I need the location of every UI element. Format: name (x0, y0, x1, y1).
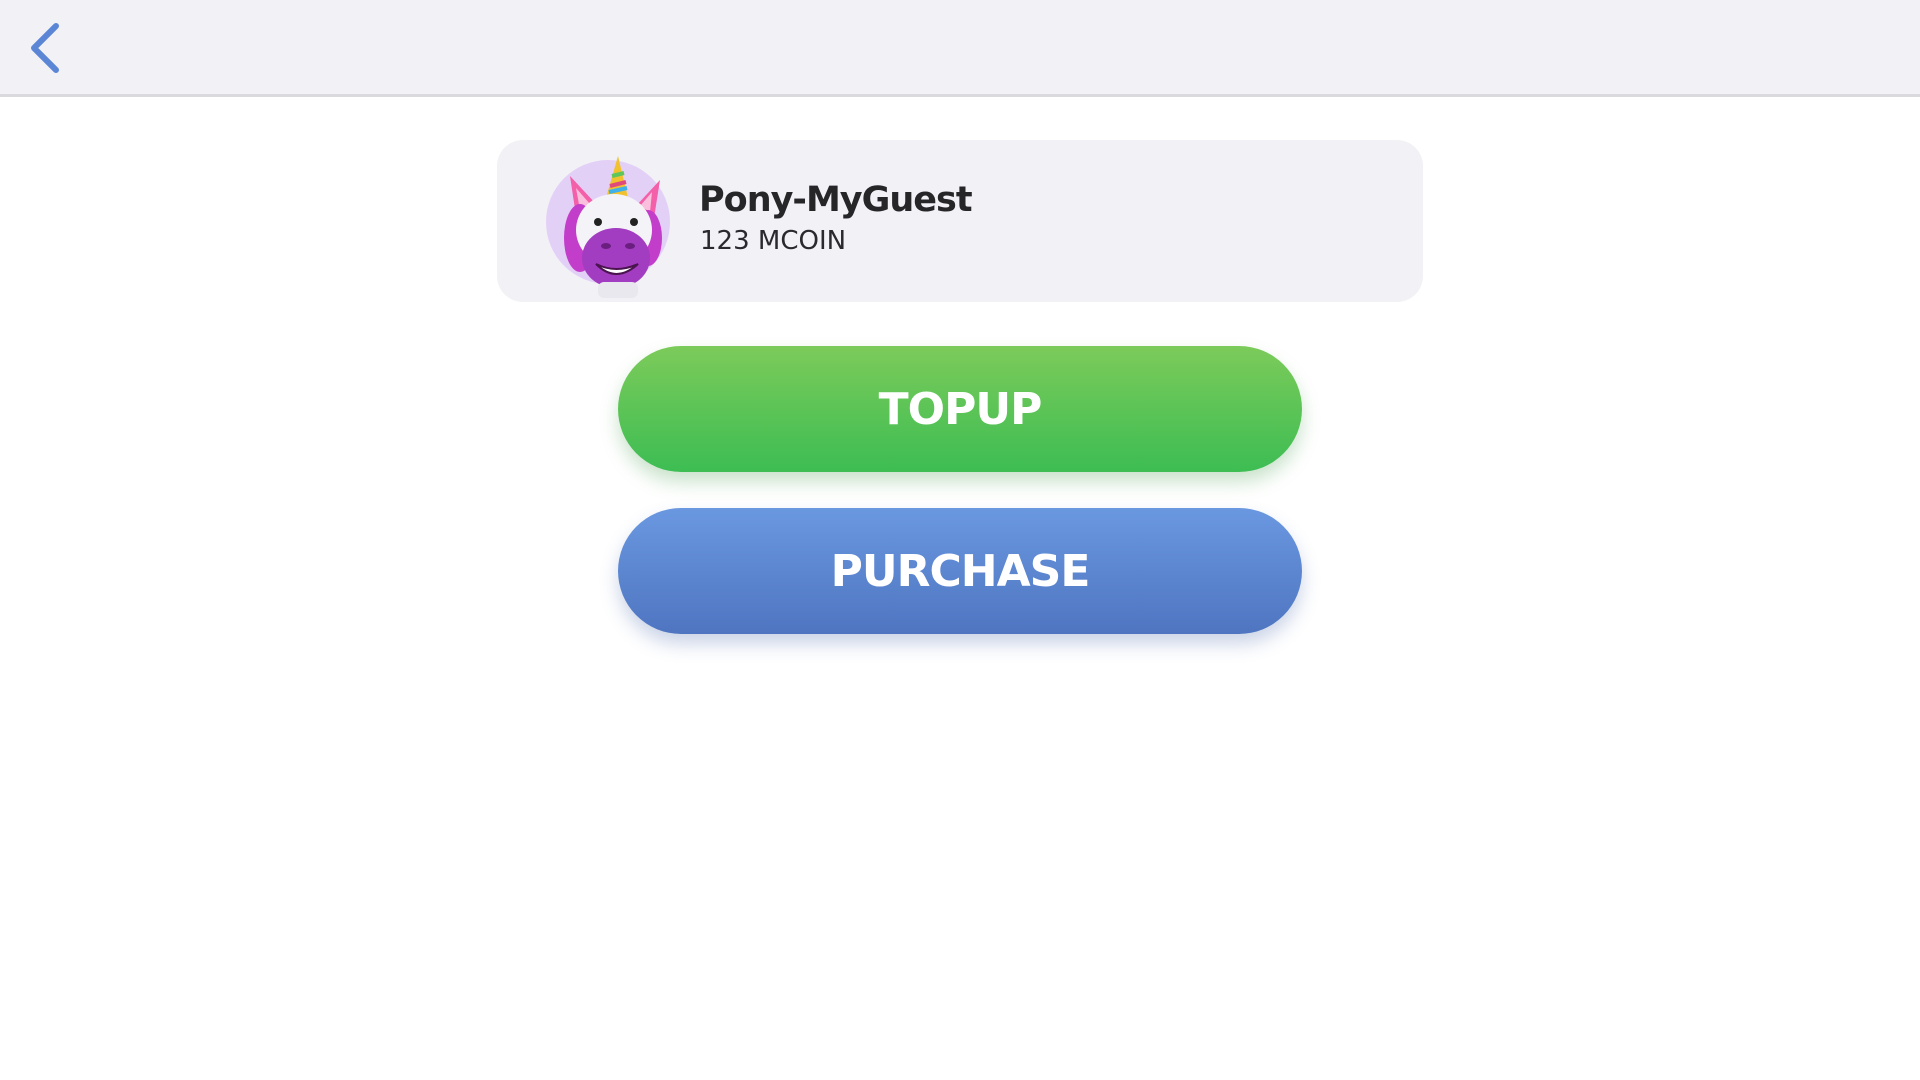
profile-name: Pony-MyGuest (699, 180, 973, 220)
chevron-left-icon (31, 23, 59, 73)
purchase-button-label: PURCHASE (830, 545, 1091, 597)
coin-balance: 123 MCOIN (700, 226, 847, 256)
back-button[interactable] (18, 18, 74, 78)
topup-button[interactable]: TOPUP (618, 346, 1302, 472)
unicorn-avatar-icon (564, 156, 662, 298)
top-bar (0, 0, 1920, 97)
purchase-button[interactable]: PURCHASE (618, 508, 1302, 634)
profile-card: Pony-MyGuest 123 MCOIN (497, 140, 1423, 302)
topup-button-label: TOPUP (878, 383, 1043, 435)
avatar (546, 156, 670, 298)
